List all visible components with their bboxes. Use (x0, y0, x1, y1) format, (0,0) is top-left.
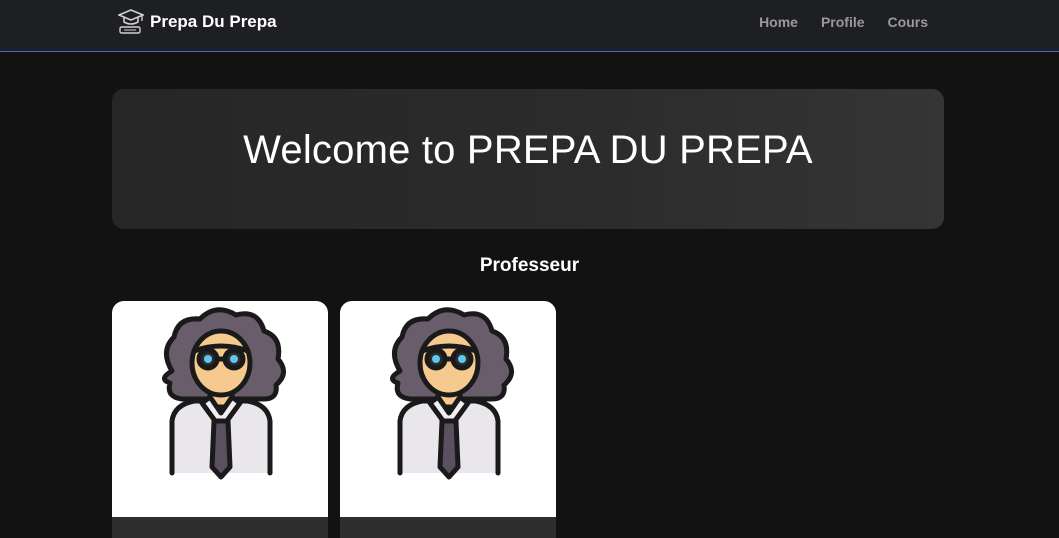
graduation-cap-icon (118, 9, 144, 34)
professor-card[interactable] (340, 301, 556, 538)
card-image (112, 301, 328, 517)
nav-links: Home Profile Cours (759, 14, 928, 30)
nav-link-cours[interactable]: Cours (888, 14, 928, 30)
nav-link-profile[interactable]: Profile (821, 14, 865, 30)
top-navbar: Prepa Du Prepa Home Profile Cours (0, 0, 1059, 52)
professor-avatar-icon (162, 307, 286, 480)
hero-banner: Welcome to PREPA DU PREPA (112, 89, 944, 229)
section-title: Professeur (479, 255, 580, 276)
professor-card[interactable] (112, 301, 328, 538)
brand-name: Prepa Du Prepa (150, 12, 277, 31)
card-footer (112, 517, 328, 538)
card-image (340, 301, 556, 517)
professor-avatar-icon (390, 307, 514, 480)
brand-link[interactable]: Prepa Du Prepa (118, 6, 277, 38)
nav-link-home[interactable]: Home (759, 14, 798, 30)
card-footer (340, 517, 556, 538)
hero-title: Welcome to PREPA DU PREPA (243, 127, 813, 172)
